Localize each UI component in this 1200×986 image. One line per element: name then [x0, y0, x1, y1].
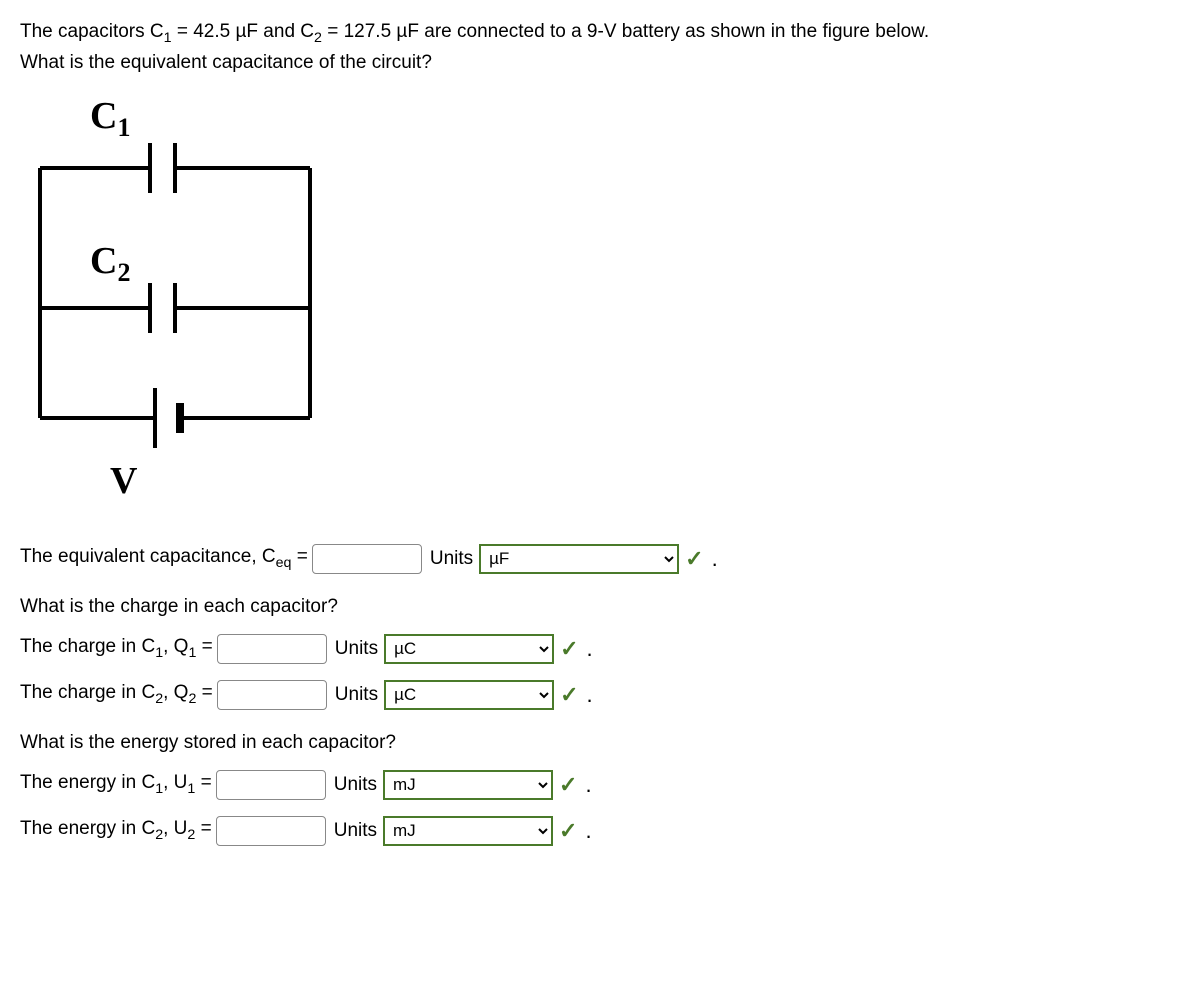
q1-units-select[interactable]: µC — [384, 634, 554, 664]
q2-input[interactable] — [217, 680, 327, 710]
problem-line2: What is the equivalent capacitance of th… — [20, 52, 432, 73]
period: . — [587, 682, 593, 708]
ceq-units-label: Units — [430, 548, 473, 570]
period: . — [712, 546, 718, 572]
c2-label: C2 — [90, 240, 130, 287]
q1-input[interactable] — [217, 634, 327, 664]
problem-line1a: The capacitors C — [20, 21, 164, 42]
ceq-input[interactable] — [312, 544, 422, 574]
c1-label: C1 — [90, 95, 130, 142]
circuit-diagram: C1 C2 V — [20, 88, 1180, 514]
q2-label: The charge in C2, Q2 = — [20, 682, 213, 707]
q2-units-select[interactable]: µC — [384, 680, 554, 710]
q2-units-label: Units — [335, 684, 378, 706]
ceq-units-select[interactable]: µF — [479, 544, 679, 574]
check-icon: ✓ — [559, 772, 577, 798]
q1-label: The charge in C1, Q1 = — [20, 636, 213, 661]
u2-row: The energy in C2, U2 = Units mJ ✓ . — [20, 816, 1180, 846]
check-icon: ✓ — [560, 682, 578, 708]
period: . — [585, 772, 591, 798]
ceq-label: The equivalent capacitance, Ceq = — [20, 546, 308, 571]
u1-units-label: Units — [334, 774, 377, 796]
energy-question: What is the energy stored in each capaci… — [20, 732, 1180, 754]
charge-question: What is the charge in each capacitor? — [20, 596, 1180, 618]
u2-label: The energy in C2, U2 = — [20, 818, 212, 843]
u1-input[interactable] — [216, 770, 326, 800]
q1-units-label: Units — [335, 638, 378, 660]
problem-line1c: = 127.5 µF are connected to a 9-V batter… — [322, 21, 929, 42]
u1-units-select[interactable]: mJ — [383, 770, 553, 800]
u2-input[interactable] — [216, 816, 326, 846]
period: . — [587, 636, 593, 662]
q1-row: The charge in C1, Q1 = Units µC ✓ . — [20, 634, 1180, 664]
check-icon: ✓ — [560, 636, 578, 662]
q2-row: The charge in C2, Q2 = Units µC ✓ . — [20, 680, 1180, 710]
problem-line1b: = 42.5 µF and C — [172, 21, 314, 42]
ceq-row: The equivalent capacitance, Ceq = Units … — [20, 544, 1180, 574]
u1-row: The energy in C1, U1 = Units mJ ✓ . — [20, 770, 1180, 800]
sub1: 1 — [164, 30, 172, 46]
problem-statement: The capacitors C1 = 42.5 µF and C2 = 127… — [20, 18, 1180, 78]
period: . — [585, 818, 591, 844]
check-icon: ✓ — [685, 546, 703, 572]
u2-units-select[interactable]: mJ — [383, 816, 553, 846]
check-icon: ✓ — [559, 818, 577, 844]
v-label: V — [110, 460, 138, 502]
u2-units-label: Units — [334, 820, 377, 842]
sub2: 2 — [314, 30, 322, 46]
u1-label: The energy in C1, U1 = — [20, 772, 212, 797]
